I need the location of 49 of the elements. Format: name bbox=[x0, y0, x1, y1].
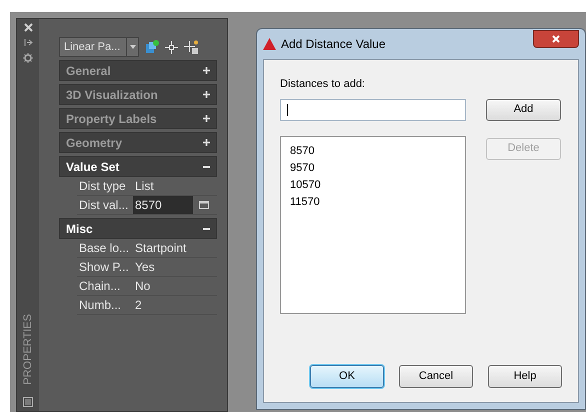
dialog-launcher-icon[interactable] bbox=[199, 201, 209, 209]
expand-icon[interactable] bbox=[203, 91, 210, 98]
property-value-field[interactable]: 8570 bbox=[133, 196, 193, 214]
property-label: Dist val... bbox=[78, 197, 130, 214]
dialog-button[interactable]: Cancel bbox=[399, 365, 473, 388]
list-item[interactable]: 8570 bbox=[290, 142, 465, 160]
dialog-button[interactable]: OK bbox=[310, 365, 384, 388]
close-icon bbox=[552, 35, 560, 43]
dialog-title: Add Distance Value bbox=[281, 36, 387, 53]
add-button[interactable]: Add bbox=[486, 98, 561, 120]
caret-icon bbox=[130, 45, 136, 49]
distance-list[interactable]: 8570 9570 10570 11570 bbox=[280, 136, 466, 314]
quick-select-icon[interactable] bbox=[145, 40, 159, 54]
list-item[interactable]: 10570 bbox=[290, 176, 465, 194]
expand-icon[interactable] bbox=[203, 115, 210, 122]
property-value: Startpoint bbox=[134, 240, 186, 257]
distance-input-field[interactable] bbox=[280, 98, 466, 120]
list-item[interactable]: 9570 bbox=[290, 160, 465, 176]
close-button[interactable] bbox=[533, 30, 579, 48]
section-header[interactable]: Value Set bbox=[59, 156, 217, 177]
app-logo-icon bbox=[263, 38, 276, 50]
text-cursor bbox=[287, 104, 288, 116]
property-value: 2 bbox=[134, 297, 142, 314]
close-icon[interactable] bbox=[24, 23, 32, 32]
section-header[interactable]: 3D Visualization bbox=[59, 84, 217, 105]
palette-title: PROPERTIES bbox=[20, 314, 35, 385]
property-value: Yes bbox=[134, 259, 155, 276]
select-objects-icon[interactable] bbox=[184, 40, 199, 54]
section-header[interactable]: General bbox=[59, 60, 217, 81]
properties-icon[interactable] bbox=[23, 397, 33, 407]
property-value: List bbox=[134, 178, 154, 195]
crosshair-icon[interactable] bbox=[165, 40, 178, 54]
section-header[interactable]: Misc bbox=[59, 218, 217, 239]
gear-icon[interactable] bbox=[23, 53, 33, 63]
expand-icon[interactable] bbox=[203, 67, 210, 74]
section-header[interactable]: Property Labels bbox=[59, 108, 217, 129]
pin-icon[interactable] bbox=[24, 38, 32, 47]
field-label: Distances to add: bbox=[280, 77, 366, 92]
property-label: Numb... bbox=[78, 297, 122, 314]
property-label: Base lo... bbox=[78, 240, 130, 257]
section-header[interactable]: Geometry bbox=[59, 132, 217, 153]
list-item[interactable]: 11570 bbox=[290, 194, 465, 210]
property-label: Show P... bbox=[78, 259, 130, 276]
property-value: No bbox=[134, 278, 150, 295]
object-dropdown[interactable]: Linear Pa... bbox=[59, 37, 139, 57]
property-label: Dist type bbox=[78, 178, 127, 195]
property-label: Chain... bbox=[78, 278, 122, 295]
dialog-button[interactable]: Help bbox=[488, 365, 562, 388]
expand-icon[interactable] bbox=[203, 139, 210, 146]
